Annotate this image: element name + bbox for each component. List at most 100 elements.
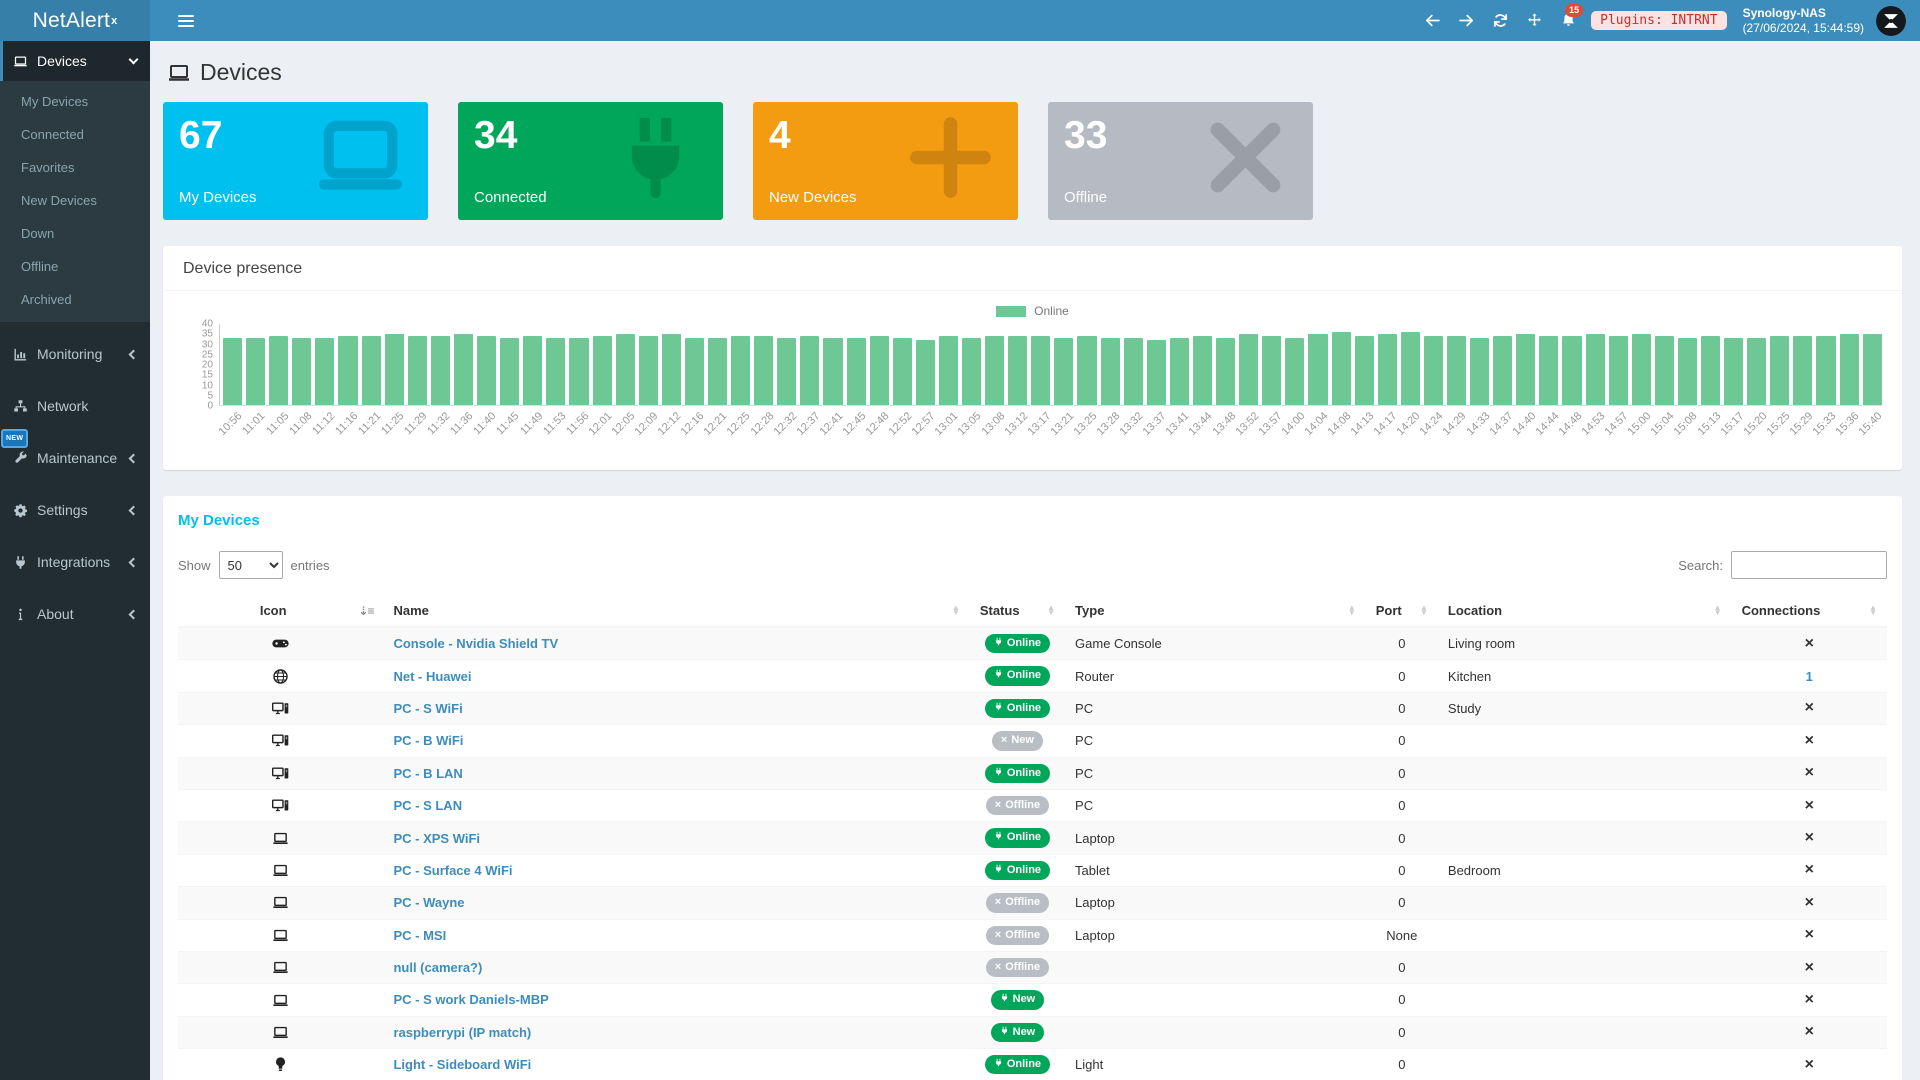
desktop-icon <box>272 797 289 812</box>
sidebar-item-label: Maintenance <box>37 450 121 466</box>
sidebar-item-devices[interactable]: Devices <box>0 41 150 81</box>
page-size-select[interactable]: 50 <box>219 551 283 579</box>
col-header-connections[interactable]: Connections▲▼ <box>1732 595 1887 627</box>
sidebar-item-settings[interactable]: Settings <box>0 490 150 530</box>
sidebar-toggle-icon[interactable] <box>164 0 208 41</box>
device-connections-cell: × <box>1732 789 1887 821</box>
device-port-cell: 0 <box>1366 854 1438 886</box>
col-header-type[interactable]: Type▲▼ <box>1065 595 1366 627</box>
sidebar-item-integrations[interactable]: Integrations <box>0 542 150 582</box>
delete-connection-icon[interactable]: × <box>1805 1056 1814 1073</box>
device-presence-panel: Device presence Online 4035302520151050 … <box>163 246 1902 470</box>
device-name-link[interactable]: PC - XPS WiFi <box>393 831 480 846</box>
notifications-bell-icon[interactable]: 15 <box>1551 0 1585 41</box>
table-row: PC - S work Daniels-MBP New 0 × <box>178 984 1887 1016</box>
status-badge: New <box>991 1023 1045 1042</box>
sidebar-item-network[interactable]: Network <box>0 386 150 426</box>
plug-icon <box>994 636 1003 651</box>
status-badge: Online <box>985 699 1050 718</box>
table-row: Light - Sideboard WiFi Online Light 0 × <box>178 1049 1887 1080</box>
device-port-cell: 0 <box>1366 757 1438 789</box>
status-badge: Online <box>985 1055 1050 1074</box>
device-name-link[interactable]: PC - B WiFi <box>393 733 463 748</box>
device-type-cell: PC <box>1065 789 1366 821</box>
delete-connection-icon[interactable]: × <box>1805 991 1814 1008</box>
plug-icon <box>598 110 713 210</box>
delete-connection-icon[interactable]: × <box>1805 861 1814 878</box>
device-name-link[interactable]: Console - Nvidia Shield TV <box>393 636 558 651</box>
delete-connection-icon[interactable]: × <box>1805 926 1814 943</box>
sidebar-subitem-offline[interactable]: Offline <box>0 250 150 283</box>
plug-icon <box>994 1057 1003 1072</box>
col-header-icon[interactable]: Icon⇣≡ <box>178 595 383 627</box>
delete-connection-icon[interactable]: × <box>1805 1023 1814 1040</box>
col-header-port[interactable]: Port▲▼ <box>1366 595 1438 627</box>
status-badge: Online <box>985 861 1050 880</box>
device-name-link[interactable]: PC - S WiFi <box>393 701 462 716</box>
laptop-icon <box>272 959 289 974</box>
delete-connection-icon[interactable]: × <box>1805 894 1814 911</box>
device-name-link[interactable]: PC - B LAN <box>393 766 462 781</box>
sidebar-subitem-my-devices[interactable]: My Devices <box>0 85 150 118</box>
chevron-down-icon <box>129 55 139 65</box>
refresh-icon[interactable] <box>1483 0 1517 41</box>
card-new-devices[interactable]: 4 New Devices <box>753 102 1018 220</box>
col-header-status[interactable]: Status▲▼ <box>970 595 1065 627</box>
app-logo[interactable]: NetAlertx <box>0 0 150 41</box>
delete-connection-icon[interactable]: × <box>1805 959 1814 976</box>
globe-icon <box>272 668 289 683</box>
plugins-status-badge[interactable]: Plugins: INTRNT <box>1591 11 1726 30</box>
laptop-icon <box>272 927 289 942</box>
move-arrows-icon <box>1526 12 1543 29</box>
delete-connection-icon[interactable]: × <box>1805 699 1814 716</box>
device-name-link[interactable]: PC - Surface 4 WiFi <box>393 863 512 878</box>
nav-forward-icon[interactable] <box>1449 0 1483 41</box>
laptop-icon <box>303 110 418 210</box>
sidebar-item-monitoring[interactable]: Monitoring <box>0 334 150 374</box>
device-location-cell <box>1438 1049 1732 1080</box>
status-badge: Online <box>985 634 1050 653</box>
card-connected[interactable]: 34 Connected <box>458 102 723 220</box>
table-title[interactable]: My Devices <box>178 512 1887 529</box>
sidebar-subitem-favorites[interactable]: Favorites <box>0 151 150 184</box>
device-name-link[interactable]: Net - Huawei <box>393 669 471 684</box>
x-icon: × <box>995 930 1001 941</box>
device-name-link[interactable]: raspberrypi (IP match) <box>393 1025 531 1040</box>
delete-connection-icon[interactable]: × <box>1805 829 1814 846</box>
host-info: Synology-NAS (27/06/2024, 15:44:59) <box>1743 6 1864 36</box>
laptop-icon <box>272 830 289 845</box>
sidebar-item-maintenance[interactable]: NEW Maintenance <box>0 438 150 478</box>
connections-count-link[interactable]: 1 <box>1806 669 1813 684</box>
chart-legend[interactable]: Online <box>183 304 1882 318</box>
nav-back-icon[interactable] <box>1415 0 1449 41</box>
col-header-location[interactable]: Location▲▼ <box>1438 595 1732 627</box>
delete-connection-icon[interactable]: × <box>1805 732 1814 749</box>
device-name-link[interactable]: null (camera?) <box>393 960 482 975</box>
device-location-cell <box>1438 919 1732 951</box>
device-port-cell: 0 <box>1366 692 1438 724</box>
sidebar-subitem-new-devices[interactable]: New Devices <box>0 184 150 217</box>
avatar[interactable] <box>1876 6 1906 36</box>
search-input[interactable] <box>1731 551 1887 579</box>
delete-connection-icon[interactable]: × <box>1805 797 1814 814</box>
device-name-link[interactable]: PC - Wayne <box>393 895 464 910</box>
card-offline[interactable]: 33 Offline <box>1048 102 1313 220</box>
device-name-link[interactable]: PC - S work Daniels-MBP <box>393 992 548 1007</box>
sidebar-subitem-connected[interactable]: Connected <box>0 118 150 151</box>
device-type-cell: Tablet <box>1065 854 1366 886</box>
device-name-link[interactable]: Light - Sideboard WiFi <box>393 1057 531 1072</box>
col-header-name[interactable]: Name▲▼ <box>383 595 969 627</box>
device-location-cell <box>1438 887 1732 919</box>
laptop-icon <box>167 61 191 85</box>
maximize-icon[interactable] <box>1517 0 1551 41</box>
device-name-link[interactable]: PC - MSI <box>393 928 446 943</box>
table-row: PC - B WiFi ×New PC 0 × <box>178 725 1887 757</box>
sidebar-subitem-archived[interactable]: Archived <box>0 283 150 316</box>
device-port-cell: 0 <box>1366 887 1438 919</box>
delete-connection-icon[interactable]: × <box>1805 764 1814 781</box>
device-name-link[interactable]: PC - S LAN <box>393 798 462 813</box>
card-my-devices[interactable]: 67 My Devices <box>163 102 428 220</box>
sidebar-subitem-down[interactable]: Down <box>0 217 150 250</box>
sidebar-item-about[interactable]: About <box>0 594 150 634</box>
delete-connection-icon[interactable]: × <box>1805 635 1814 652</box>
